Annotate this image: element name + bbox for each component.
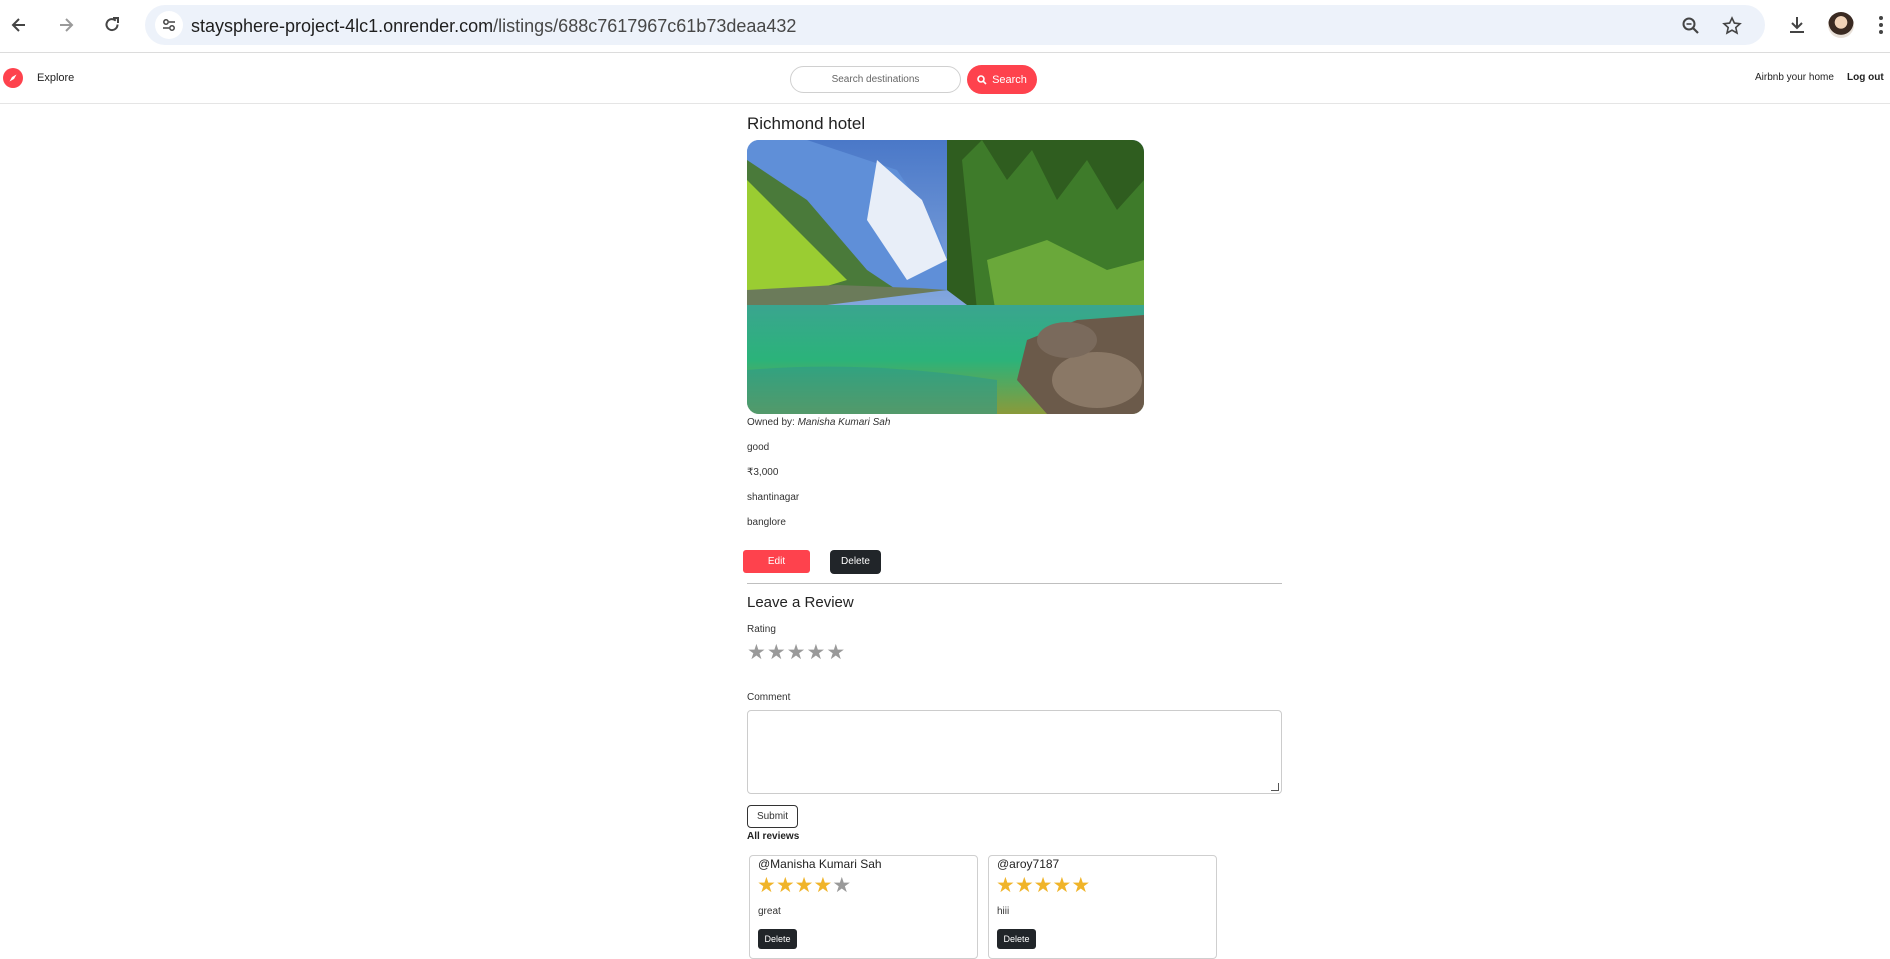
rating-star-2[interactable]: ★ (767, 642, 786, 663)
star-filled-icon: ★ (1052, 874, 1072, 897)
resize-grip-icon[interactable] (1271, 783, 1279, 791)
profile-avatar[interactable] (1828, 12, 1854, 38)
forward-icon[interactable] (53, 12, 79, 38)
rating-label: Rating (747, 624, 776, 635)
review-card: @aroy7187 ★ ★ ★ ★ ★ hiii Delete (988, 855, 1217, 959)
star-filled-icon: ★ (794, 874, 814, 897)
nav-explore-link[interactable]: Explore (37, 72, 74, 84)
site-navbar: Explore Search destinations Search Airbn… (0, 54, 1890, 104)
review-author: @aroy7187 (997, 857, 1060, 871)
listing-description: good (747, 442, 770, 453)
airbnb-your-home-link[interactable]: Airbnb your home (1755, 72, 1834, 83)
star-empty-icon: ★ (832, 874, 852, 897)
review-comment: hiii (997, 906, 1010, 917)
submit-review-button[interactable]: Submit (747, 805, 798, 828)
url-text[interactable]: staysphere-project-4lc1.onrender.com/lis… (191, 16, 796, 37)
listing-country: banglore (747, 517, 786, 528)
search-input[interactable]: Search destinations (790, 66, 961, 93)
url-host: staysphere-project-4lc1.onrender.com (191, 16, 494, 36)
delete-listing-button[interactable]: Delete (830, 550, 881, 574)
bookmark-star-icon[interactable] (1721, 15, 1743, 37)
comment-label: Comment (747, 692, 791, 703)
listing-image (747, 140, 1144, 414)
zoom-icon[interactable] (1680, 15, 1702, 37)
rating-star-5[interactable]: ★ (826, 642, 845, 663)
listing-owner: Owned by: Manisha Kumari Sah (747, 417, 890, 428)
delete-review-button[interactable]: Delete (758, 929, 797, 949)
listing-title: Richmond hotel (747, 114, 866, 133)
delete-review-button[interactable]: Delete (997, 929, 1036, 949)
star-filled-icon: ★ (1014, 874, 1034, 897)
reload-icon[interactable] (99, 12, 125, 38)
star-filled-icon: ★ (757, 874, 776, 897)
star-filled-icon: ★ (1033, 874, 1053, 897)
rating-stars-input[interactable]: ★ ★ ★ ★ ★ (747, 642, 845, 663)
listing-location: shantinagar (747, 492, 800, 503)
comment-textarea[interactable] (747, 710, 1282, 794)
owner-name: Manisha Kumari Sah (797, 417, 891, 428)
section-divider (747, 583, 1282, 584)
star-filled-icon: ★ (996, 874, 1015, 897)
review-comment: great (758, 906, 781, 917)
review-form-heading: Leave a Review (747, 594, 854, 611)
edit-button[interactable]: Edit (743, 550, 810, 573)
download-icon[interactable] (1784, 12, 1810, 38)
url-path: /listings/688c7617967c61b73deaa432 (493, 16, 797, 36)
review-rating-stars: ★ ★ ★ ★ ★ (996, 875, 1090, 896)
star-filled-icon: ★ (775, 874, 795, 897)
site-settings-icon[interactable] (155, 11, 183, 39)
all-reviews-heading: All reviews (747, 831, 800, 842)
review-card: @Manisha Kumari Sah ★ ★ ★ ★ ★ great Dele… (749, 855, 978, 959)
compass-icon[interactable] (3, 68, 23, 88)
owner-prefix: Owned by: (747, 417, 798, 428)
logout-link[interactable]: Log out (1847, 72, 1884, 83)
rating-star-1[interactable]: ★ (747, 642, 766, 663)
review-author: @Manisha Kumari Sah (758, 857, 882, 871)
browser-toolbar: staysphere-project-4lc1.onrender.com/lis… (0, 0, 1890, 53)
review-rating-stars: ★ ★ ★ ★ ★ (757, 875, 851, 896)
listing-price: ₹3,000 (747, 467, 779, 478)
rating-star-4[interactable]: ★ (806, 642, 825, 663)
star-filled-icon: ★ (813, 874, 833, 897)
search-button[interactable]: Search (967, 65, 1037, 94)
search-button-label: Search (992, 73, 1027, 86)
star-filled-icon: ★ (1071, 874, 1091, 897)
search-icon (977, 74, 987, 85)
back-icon[interactable] (6, 12, 32, 38)
rating-star-3[interactable]: ★ (787, 642, 806, 663)
address-bar[interactable]: staysphere-project-4lc1.onrender.com/lis… (145, 5, 1765, 45)
menu-kebab-icon[interactable] (1874, 12, 1888, 38)
